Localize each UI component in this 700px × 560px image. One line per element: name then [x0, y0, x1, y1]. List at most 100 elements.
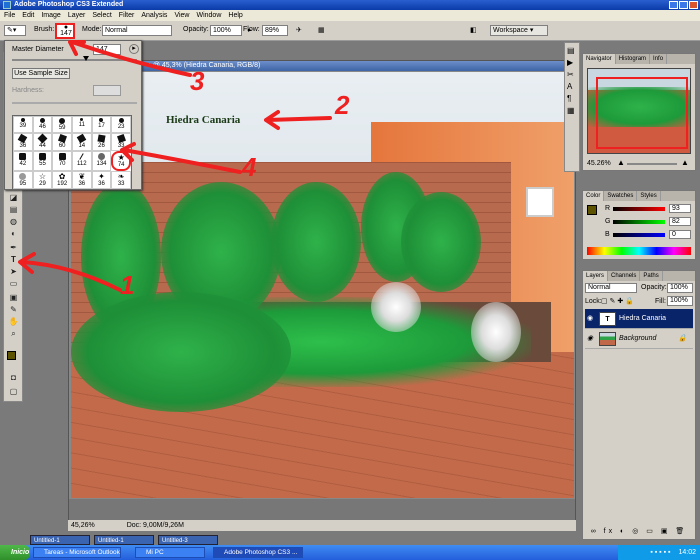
b-slider[interactable]	[613, 233, 665, 237]
tab-color[interactable]: Color	[583, 191, 605, 201]
brush-preset[interactable]: 134	[91, 151, 112, 171]
maximize-button[interactable]	[679, 1, 688, 9]
tab-info[interactable]: Info	[650, 54, 668, 64]
type-tool-icon[interactable]: T	[7, 255, 20, 265]
brush-preset[interactable]: 60	[52, 133, 72, 151]
brush-preset[interactable]: 42	[13, 151, 33, 171]
diameter-slider[interactable]	[12, 59, 137, 61]
g-slider[interactable]	[613, 220, 665, 224]
mode-select[interactable]: Normal	[102, 25, 172, 36]
tab-layers[interactable]: Layers	[583, 271, 609, 281]
brush-preset[interactable]: 70	[52, 151, 72, 171]
tab-navigator[interactable]: Navigator	[583, 54, 616, 64]
zoom-level[interactable]: 45,26%	[71, 522, 95, 529]
blur-tool-icon[interactable]: ◍	[7, 217, 20, 227]
brush-preset[interactable]: 17	[91, 116, 112, 133]
menu-file[interactable]: File	[4, 12, 15, 19]
zoom-in-icon[interactable]: ▲	[681, 158, 689, 167]
navigator-zoom-slider[interactable]	[627, 163, 677, 165]
tab-channels[interactable]: Channels	[608, 271, 641, 281]
zoom-tool-icon[interactable]: ⌕	[7, 329, 20, 339]
brush-preset[interactable]: ✦ 36	[91, 171, 112, 189]
brush-preset[interactable]: ❧ 33	[111, 171, 131, 189]
hardness-field[interactable]	[93, 85, 121, 96]
tablet-icon[interactable]: ▦	[318, 26, 325, 34]
use-sample-size-button[interactable]: Use Sample Size	[12, 68, 70, 79]
color-fg-swatch[interactable]	[587, 205, 597, 215]
brush-preset[interactable]: 55	[32, 151, 53, 171]
brush-preset[interactable]: 23	[111, 116, 131, 133]
menu-help[interactable]: Help	[228, 12, 242, 19]
airbrush-icon[interactable]: ✈	[296, 26, 302, 34]
brush-preset[interactable]: 44	[32, 133, 53, 151]
palette-well-icon[interactable]: ◧	[470, 26, 477, 34]
navigator-zoom[interactable]: 45.26%	[587, 160, 611, 167]
path-selection-icon[interactable]: ➤	[7, 267, 20, 277]
panel-menu-icon[interactable]: ▸	[129, 44, 139, 54]
tab-styles[interactable]: Styles	[637, 191, 661, 201]
brush-preset[interactable]: ❦ 36	[71, 171, 92, 189]
zoom-out-icon[interactable]: ▲	[617, 158, 625, 167]
foreground-color-swatch[interactable]	[7, 351, 16, 360]
tab-swatches[interactable]: Swatches	[604, 191, 638, 201]
brush-preset[interactable]: 33	[111, 133, 131, 151]
r-slider[interactable]	[613, 207, 665, 211]
minimize-button[interactable]	[669, 1, 678, 9]
minimized-document[interactable]: Untitled-3	[158, 535, 218, 545]
g-field[interactable]: 82	[669, 217, 691, 226]
master-diameter-field[interactable]: 147	[93, 44, 121, 55]
brush-preset-selected[interactable]: ★ 74	[111, 151, 131, 171]
text-layer-content[interactable]: Hiedra Canaria	[166, 114, 240, 126]
menu-view[interactable]: View	[174, 12, 189, 19]
lock-icons[interactable]: ▢ ✎ ✚ 🔒	[601, 297, 634, 305]
taskbar-mi-pc[interactable]: Mi PC	[135, 547, 205, 558]
brush-preset[interactable]: 95	[13, 171, 33, 189]
brush-preset[interactable]: 26	[91, 133, 112, 151]
screen-mode-icon[interactable]: ▢	[7, 387, 20, 397]
layer-row-text[interactable]: ◉ T Hiedra Canaria	[585, 309, 693, 329]
quick-mask-icon[interactable]: ◘	[7, 373, 20, 383]
diameter-slider-handle[interactable]	[83, 56, 89, 61]
character-icon[interactable]: A	[567, 82, 577, 91]
menu-window[interactable]: Window	[196, 12, 221, 19]
layer-opacity-field[interactable]: 100%	[667, 283, 693, 293]
hand-tool-icon[interactable]: ✋	[7, 317, 20, 327]
brush-preset[interactable]: 39	[13, 116, 33, 133]
layers-footer-icons[interactable]: ∞ fx ◐ ◎ ▭ ▣ 🗑	[585, 526, 693, 538]
history-icon[interactable]: ▤	[567, 46, 577, 55]
close-button[interactable]	[689, 1, 698, 9]
brush-preset[interactable]: 59	[52, 116, 72, 133]
brush-preset[interactable]: ☆ 29	[32, 171, 53, 189]
menu-analysis[interactable]: Analysis	[141, 12, 167, 19]
blend-mode-select[interactable]: Normal	[585, 283, 637, 293]
r-field[interactable]: 93	[669, 204, 691, 213]
notes-tool-icon[interactable]: ▣	[7, 293, 20, 303]
brush-preset[interactable]: 112	[71, 151, 92, 171]
dodge-tool-icon[interactable]: ◐	[7, 229, 20, 239]
pen-tool-icon[interactable]: ✒	[7, 243, 20, 253]
visibility-eye-icon[interactable]: ◉	[587, 329, 593, 349]
brush-preset[interactable]: 11	[71, 116, 92, 133]
layer-row-background[interactable]: ◉ Background 🔒	[585, 329, 693, 349]
image-canvas[interactable]: Hiedra Canaria	[71, 72, 574, 498]
fill-field[interactable]: 100%	[667, 296, 693, 306]
b-field[interactable]: 0	[669, 230, 691, 239]
workspace-menu[interactable]: Workspace ▾	[490, 25, 548, 36]
layer-comps-icon[interactable]: ▦	[567, 106, 577, 115]
shape-tool-icon[interactable]: ▭	[7, 279, 20, 289]
brush-preset[interactable]: ✿ 192	[52, 171, 72, 189]
taskbar-photoshop[interactable]: Adobe Photoshop CS3 ...	[213, 547, 303, 558]
brush-preset[interactable]: 36	[13, 133, 33, 151]
actions-icon[interactable]: ▶	[567, 58, 577, 67]
brush-picker[interactable]: ● 147	[55, 23, 75, 39]
eraser-tool-icon[interactable]: ◪	[7, 193, 20, 203]
paragraph-icon[interactable]: ¶	[567, 94, 577, 103]
minimized-document[interactable]: Untitled-1	[30, 535, 90, 545]
menu-edit[interactable]: Edit	[22, 12, 34, 19]
flow-field[interactable]: 89%	[262, 25, 288, 36]
gradient-tool-icon[interactable]: ▤	[7, 205, 20, 215]
menu-filter[interactable]: Filter	[119, 12, 135, 19]
opacity-field[interactable]: 100%	[210, 25, 242, 36]
tool-preset-picker[interactable]: ✎▾	[4, 25, 26, 36]
minimized-document[interactable]: Untitled-1	[94, 535, 154, 545]
